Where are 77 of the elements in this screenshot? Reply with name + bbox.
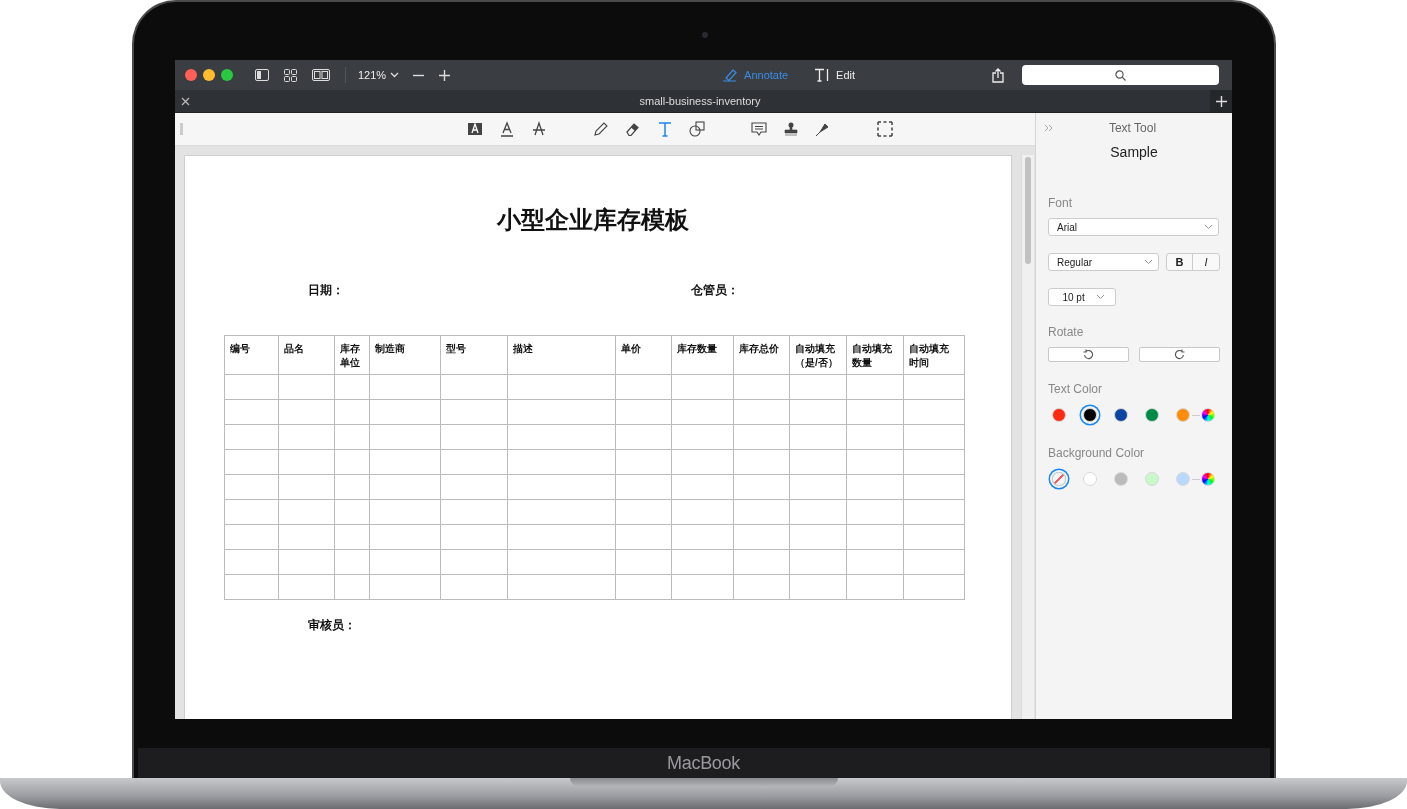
no-color-swatch[interactable] (1052, 472, 1066, 486)
chevron-down-icon (1095, 294, 1105, 300)
shape-icon (688, 120, 706, 138)
share-icon[interactable] (992, 67, 1004, 83)
color-swatch[interactable] (1176, 408, 1190, 422)
zoom-dropdown[interactable]: 121% (358, 69, 400, 81)
section-label: Font (1048, 196, 1073, 210)
color-swatch[interactable] (1083, 472, 1097, 486)
form-field-label: 审核员： (307, 617, 357, 634)
sidebar-icon[interactable] (255, 69, 269, 81)
zoom-in-icon[interactable] (439, 69, 451, 81)
form-field-label: 日期： (308, 282, 345, 299)
section-label: Background Color (1048, 446, 1146, 460)
text-icon (656, 120, 674, 138)
underline-icon (498, 120, 516, 138)
strikethrough-icon (530, 120, 548, 138)
section-label: Rotate (1048, 325, 1085, 339)
chevron-down-icon (390, 72, 400, 78)
new-tab-button[interactable] (1210, 90, 1232, 112)
color-picker-button[interactable] (1201, 472, 1215, 486)
plus-icon (1215, 95, 1227, 107)
rotate-left-button[interactable] (1048, 347, 1129, 362)
column-header: 制造商 (369, 335, 441, 375)
column-header: 库存数量 (671, 335, 734, 375)
bold-button[interactable]: B (1167, 254, 1193, 270)
italic-button[interactable]: I (1193, 254, 1219, 270)
highlighter-icon (722, 68, 739, 82)
chevron-down-icon (1144, 259, 1153, 265)
color-swatch[interactable] (1052, 408, 1066, 422)
column-header: 自动填充数量 (846, 335, 904, 375)
search-field[interactable] (1022, 65, 1219, 85)
thumbnails-icon[interactable] (284, 68, 297, 82)
form-field-label: 仓管员： (691, 282, 739, 299)
font-dropdown[interactable]: Arial (1048, 218, 1219, 236)
column-header: 描述 (507, 335, 616, 375)
color-swatch[interactable] (1114, 472, 1128, 486)
section-label: Text Color (1048, 382, 1104, 396)
column-header: 自动填充时间 (903, 335, 965, 375)
chevron-down-icon (1204, 224, 1213, 230)
color-swatch[interactable] (1145, 472, 1159, 486)
pencil-icon (592, 120, 610, 138)
font-size-dropdown[interactable]: 10 pt (1048, 288, 1116, 306)
column-header: 库存单位 (334, 335, 370, 375)
two-page-icon[interactable] (312, 69, 330, 81)
color-swatch[interactable] (1176, 472, 1190, 486)
text-box-icon (466, 120, 484, 138)
text-cursor-icon (814, 68, 831, 82)
color-swatch[interactable] (1145, 408, 1159, 422)
column-header: 库存总价 (733, 335, 790, 375)
column-header: 自动填充（是/否） (789, 335, 847, 375)
toolbar-grip[interactable] (180, 123, 183, 135)
font-sample: Sample (1109, 144, 1159, 160)
minimize-window-button[interactable] (203, 69, 215, 81)
column-header: 编号 (224, 335, 279, 375)
rotate-right-button[interactable] (1139, 347, 1220, 362)
stamp-icon (782, 120, 800, 138)
laptop-brand-label: MacBook (667, 752, 740, 774)
document-title: 小型企业库存模板 (495, 205, 690, 235)
close-tab-icon[interactable] (181, 96, 190, 106)
column-header: 品名 (278, 335, 335, 375)
search-icon (1115, 69, 1126, 81)
font-style-dropdown[interactable]: Regular (1048, 253, 1159, 271)
column-header: 型号 (440, 335, 508, 375)
column-header: 单价 (615, 335, 672, 375)
color-swatch[interactable] (1083, 408, 1097, 422)
zoom-window-button[interactable] (221, 69, 233, 81)
close-window-button[interactable] (185, 69, 197, 81)
selection-icon (876, 120, 894, 138)
scrollbar-thumb[interactable] (1025, 157, 1031, 264)
edit-mode-button[interactable]: Edit (814, 68, 856, 82)
comment-icon (750, 120, 768, 138)
color-picker-button[interactable] (1201, 408, 1215, 422)
panel-title: Text Tool (1107, 121, 1158, 135)
rotate-left-icon (1083, 349, 1094, 360)
camera-dot (701, 32, 708, 38)
rotate-right-icon (1174, 349, 1185, 360)
color-swatch[interactable] (1114, 408, 1128, 422)
